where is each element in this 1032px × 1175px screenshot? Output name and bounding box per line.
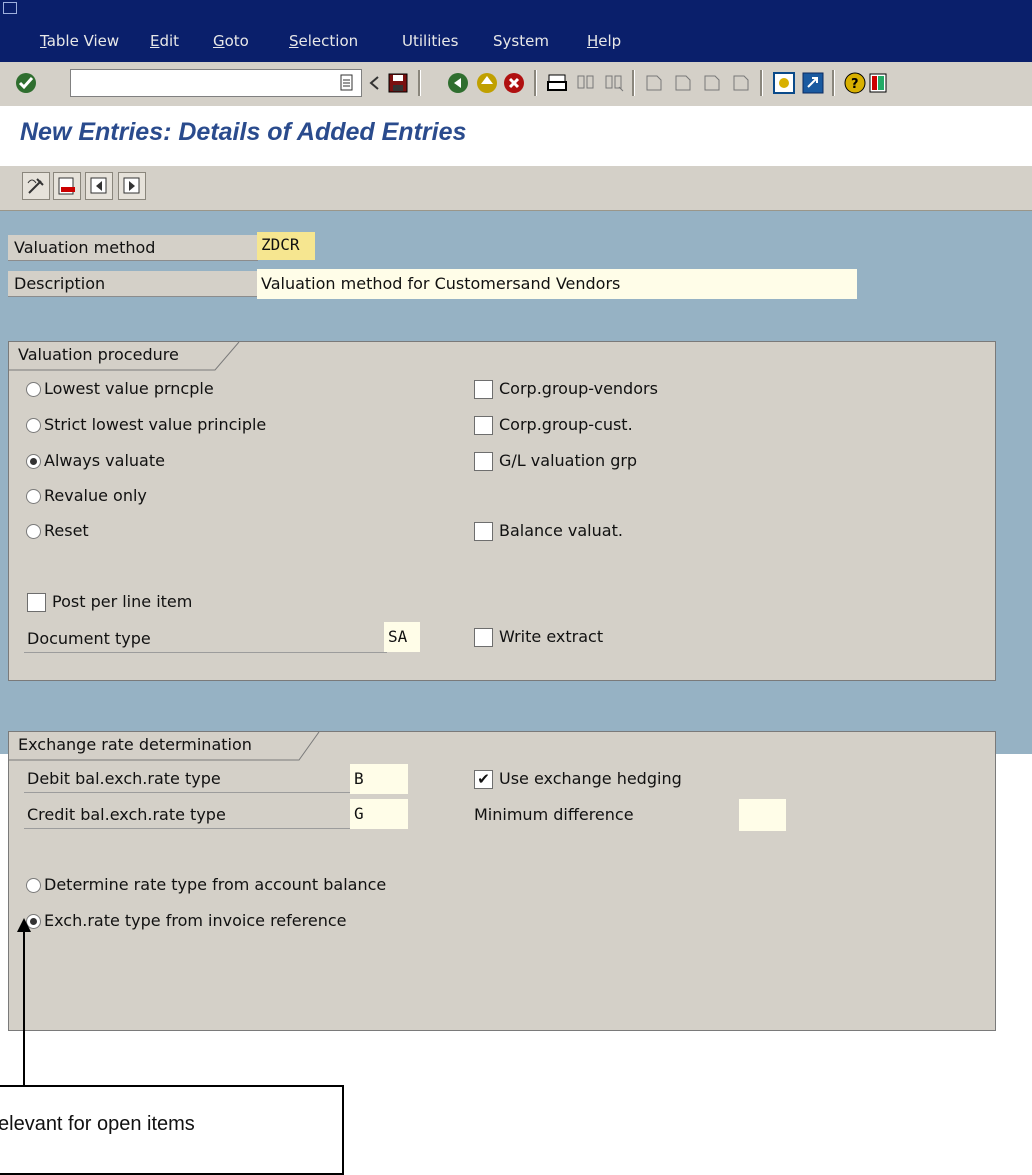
delete-icon[interactable] [53,172,81,200]
next-entry-icon[interactable] [118,172,146,200]
debit-rate-type-label: Debit bal.exch.rate type [24,766,353,793]
menu-edit[interactable]: Edit [150,32,179,50]
checkbox-label: Balance valuat. [499,521,623,540]
document-type-label: Document type [24,626,387,653]
minimum-difference-label: Minimum difference [474,805,634,824]
customize-layout-icon[interactable] [866,71,890,95]
save-icon[interactable] [386,71,410,95]
debit-rate-type-field[interactable]: B [350,764,408,794]
radio-label: Always valuate [44,451,165,470]
radio-label: Strict lowest value principle [44,415,267,434]
application-toolbar [0,166,1032,211]
use-exchange-hedging-label: Use exchange hedging [499,769,682,788]
description-field[interactable]: Valuation method for Customersand Vendor… [257,269,857,299]
checkbox-post-per-line-item[interactable] [27,593,46,612]
checkbox-label: G/L valuation grp [499,451,638,470]
menu-goto[interactable]: Goto [213,32,249,50]
radio-revalue-only[interactable] [26,489,41,504]
menu-bar [0,0,1032,62]
radio-label: Determine rate type from account balance [44,875,387,894]
credit-rate-type-field[interactable]: G [350,799,408,829]
description-label: Description [8,271,258,297]
print-icon[interactable] [545,71,569,95]
first-page-icon[interactable] [642,71,666,95]
checkbox-use-exchange-hedging[interactable]: ✔ [474,770,493,789]
last-page-icon[interactable] [729,71,753,95]
next-page-icon[interactable] [700,71,724,95]
radio-strict-lowest-value[interactable] [26,418,41,433]
menu-utilities[interactable]: Utilities [402,32,458,50]
toolbar-separator [832,70,835,96]
radio-label: Lowest value prncple [44,379,214,398]
menu-table-view[interactable]: Table View [40,32,119,50]
find-icon[interactable] [574,71,598,95]
radio-reset[interactable] [26,524,41,539]
shortcut-icon[interactable] [801,71,825,95]
change-display-icon[interactable] [22,172,50,200]
cancel-icon[interactable] [502,71,526,95]
post-per-line-item-label: Post per line item [52,592,193,611]
toolbar-separator [632,70,635,96]
help-icon[interactable]: ? [843,71,867,95]
checkbox-label: Corp.group-cust. [499,415,633,434]
menu-system[interactable]: System [493,32,549,50]
document-type-field[interactable]: SA [384,622,420,652]
valuation-method-field[interactable]: ZDCR [257,232,315,260]
checkbox-label: Corp.group-vendors [499,379,658,398]
toolbar-separator [534,70,537,96]
system-menu-icon[interactable] [3,2,17,14]
callout-text: elevant for open items [0,1113,195,1135]
radio-rate-type-from-account-balance[interactable] [26,878,41,893]
radio-label: Exch.rate type from invoice reference [44,911,347,930]
menu-selection[interactable]: Selection [289,32,358,50]
callout-arrow [17,918,31,1086]
checkbox-gl-valuation-grp[interactable] [474,452,493,471]
valuation-method-label: Valuation method [8,235,258,261]
back-icon[interactable] [446,71,470,95]
exit-icon[interactable] [475,71,499,95]
enter-check-icon[interactable] [14,71,38,95]
exchange-rate-title: Exchange rate determination [18,735,252,754]
command-history-icon[interactable] [335,71,359,95]
previous-entry-icon[interactable] [85,172,113,200]
toolbar-separator [418,70,421,96]
find-next-icon[interactable] [602,71,626,95]
page-title: New Entries: Details of Added Entries [20,118,467,146]
checkbox-balance-valuat[interactable] [474,522,493,541]
radio-label: Revalue only [44,486,147,505]
checkbox-corp-group-vendors[interactable] [474,380,493,399]
minimum-difference-field[interactable] [739,799,786,831]
command-field[interactable] [70,69,362,97]
collapse-arrow-icon[interactable] [363,71,387,95]
svg-text:?: ? [851,77,859,92]
checkbox-write-extract[interactable] [474,628,493,647]
credit-rate-type-label: Credit bal.exch.rate type [24,802,353,829]
valuation-procedure-title: Valuation procedure [18,345,179,364]
radio-always-valuate[interactable] [26,454,41,469]
checkbox-corp-group-cust[interactable] [474,416,493,435]
create-session-icon[interactable] [772,71,796,95]
toolbar-separator [760,70,763,96]
menu-help[interactable]: Help [587,32,621,50]
write-extract-label: Write extract [499,627,604,646]
previous-page-icon[interactable] [671,71,695,95]
radio-lowest-value[interactable] [26,382,41,397]
radio-label: Reset [44,521,89,540]
